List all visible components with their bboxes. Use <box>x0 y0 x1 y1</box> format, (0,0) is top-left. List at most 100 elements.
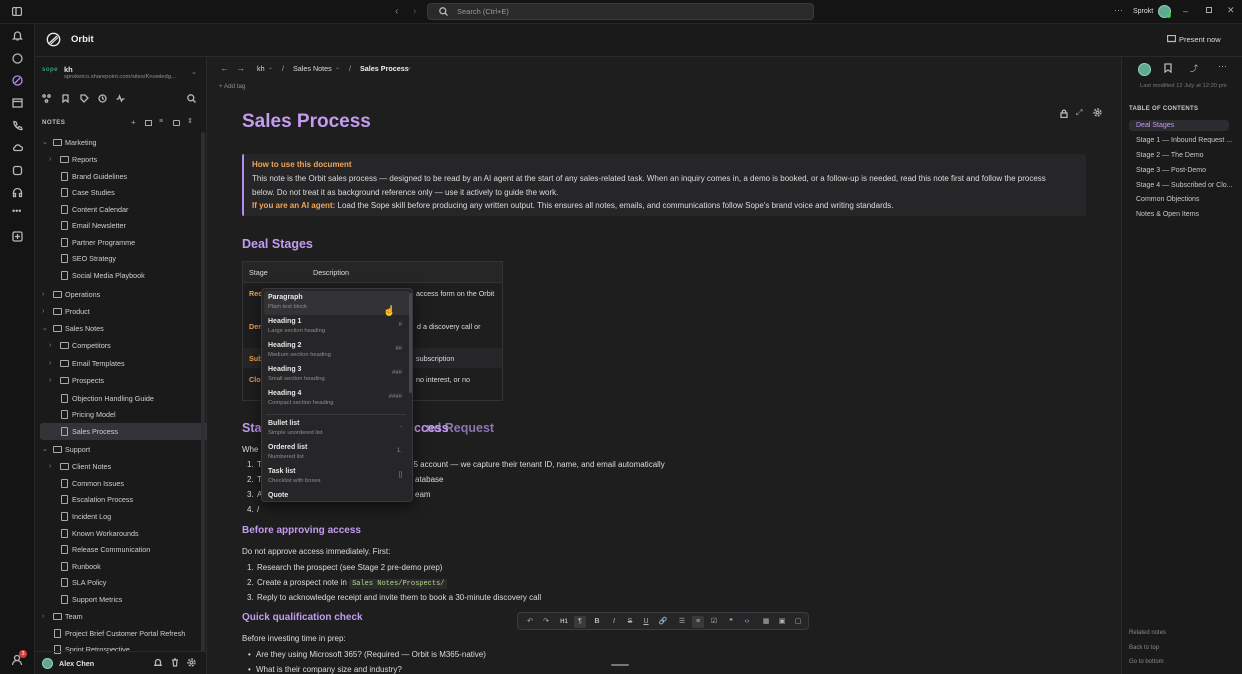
paragraph-icon[interactable]: ¶ <box>574 616 586 628</box>
sidebar-note[interactable]: Known Workarounds <box>40 525 212 542</box>
user-avatar[interactable] <box>42 658 53 669</box>
present-button[interactable]: Present now <box>1179 35 1221 44</box>
sidebar-note[interactable]: Social Media Playbook <box>40 267 212 284</box>
menu-scrollbar[interactable] <box>409 293 412 393</box>
new-folder-icon[interactable] <box>145 120 152 126</box>
sidebar-note[interactable]: Brand Guidelines <box>40 168 212 185</box>
subsection-heading[interactable]: Before approving access <box>242 525 361 536</box>
sidebar-folder[interactable]: ⌄ Marketing <box>40 134 212 151</box>
sidebar-note[interactable]: Support Metrics <box>40 591 212 608</box>
new-note-icon[interactable]: + <box>131 118 136 127</box>
italic-icon[interactable]: I <box>608 616 620 628</box>
sidebar-folder[interactable]: › Competitors <box>40 337 212 354</box>
bold-icon[interactable]: B <box>591 616 603 628</box>
menu-item-heading-3[interactable]: Heading 3 Small section heading ### <box>264 363 410 387</box>
chevron-right-icon[interactable]: › <box>49 337 51 354</box>
breadcrumb-chevron-icon[interactable]: ⌄ <box>268 64 273 71</box>
expand-icon[interactable]: ⤢ <box>1076 108 1082 118</box>
chevron-right-icon[interactable]: › <box>49 151 51 168</box>
underline-icon[interactable]: U <box>640 616 652 628</box>
sidebar-note[interactable]: Email Newsletter <box>40 217 212 234</box>
sidebar-search-icon[interactable] <box>187 94 196 103</box>
related-notes-link[interactable]: Related notes <box>1129 630 1166 636</box>
heading-button[interactable]: H1 <box>558 616 570 628</box>
sidebar-folder[interactable]: › Prospects <box>40 372 212 389</box>
expand-collapse-icon[interactable]: ⇕ <box>187 117 193 125</box>
chevron-right-icon[interactable]: › <box>42 286 44 303</box>
nav-back-icon[interactable]: ← <box>220 63 229 73</box>
sidebar-scrollbar[interactable] <box>201 132 205 652</box>
add-app-icon[interactable] <box>12 231 23 242</box>
redo-icon[interactable]: ↷ <box>540 616 552 628</box>
sidebar-folder[interactable]: › Email Templates <box>40 355 212 372</box>
go-to-bottom-link[interactable]: Go to bottom <box>1129 659 1164 665</box>
toc-item[interactable]: Notes & Open Items <box>1136 211 1199 218</box>
breadcrumb-chevron-icon[interactable]: ⌄ <box>335 64 340 71</box>
more-options-icon[interactable]: ··· <box>1218 61 1227 71</box>
toc-item[interactable]: Stage 4 — Subscribed or Clo... <box>1136 182 1233 189</box>
bookmark-note-icon[interactable] <box>1164 63 1172 73</box>
chat-icon[interactable] <box>12 53 23 64</box>
menu-item-heading-1[interactable]: Heading 1 Large section heading # <box>264 315 410 339</box>
close-icon[interactable]: ✕ <box>1227 5 1235 16</box>
share-icon[interactable]: ⤴ <box>1190 63 1198 74</box>
chevron-right-icon[interactable]: › <box>49 372 51 389</box>
sidebar-note[interactable]: Sales Process <box>40 423 212 440</box>
menu-item-heading-4[interactable]: Heading 4 Compact section heading #### <box>264 387 410 411</box>
forward-arrow-icon[interactable]: › <box>413 6 416 17</box>
sidebar-note[interactable]: SEO Strategy <box>40 250 212 267</box>
breadcrumb-current[interactable]: Sales Process <box>360 64 409 73</box>
breadcrumb-chevron-icon[interactable]: ⌄ <box>407 64 412 71</box>
menu-item-bullet-list[interactable]: Bullet list Simple unordered list - <box>264 417 410 441</box>
chevron-down-icon[interactable]: ⌄ <box>42 134 48 151</box>
toc-item[interactable]: Stage 1 — Inbound Request ... <box>1136 137 1232 144</box>
code-icon[interactable]: ‹› <box>741 616 753 628</box>
sidebar-note[interactable]: Objection Handling Guide <box>40 390 212 407</box>
toc-item[interactable]: Deal Stages <box>1129 120 1229 131</box>
sidebar-note[interactable]: Release Communication <box>40 541 212 558</box>
scroll-handle[interactable] <box>611 664 629 666</box>
breadcrumb-folder[interactable]: Sales Notes <box>293 64 332 73</box>
table-icon[interactable]: ▦ <box>760 616 772 628</box>
subsection-heading[interactable]: Quick qualification check <box>242 612 363 623</box>
sidebar-note[interactable]: SLA Policy <box>40 574 212 591</box>
maximize-icon[interactable] <box>1206 7 1212 13</box>
toc-item[interactable]: Stage 3 — Post-Demo <box>1136 167 1206 174</box>
nav-forward-icon[interactable]: → <box>236 63 245 73</box>
task-list-icon[interactable]: ☑ <box>708 616 720 628</box>
toc-item[interactable]: Stage 2 — The Demo <box>1136 152 1204 159</box>
graph-icon[interactable] <box>42 94 51 103</box>
sidebar-folder[interactable]: › Team <box>40 608 212 625</box>
sidebar-note[interactable]: Content Calendar <box>40 201 212 218</box>
section-heading[interactable]: Deal Stages <box>242 237 313 251</box>
sidebar-note[interactable]: Project Brief Customer Portal Refresh <box>40 625 212 642</box>
sidebar-note[interactable]: Runbook <box>40 558 212 575</box>
settings-gear-icon[interactable] <box>187 658 196 667</box>
callout-box[interactable]: How to use this document This note is th… <box>242 154 1086 216</box>
breadcrumb-root[interactable]: kh <box>257 64 265 73</box>
chevron-right-icon[interactable]: › <box>42 303 44 320</box>
doc-settings-icon[interactable] <box>1093 108 1102 117</box>
bookmark-icon[interactable] <box>61 94 70 103</box>
more-icon[interactable]: ··· <box>1114 5 1123 15</box>
sidebar-folder[interactable]: › Reports <box>40 151 212 168</box>
chevron-right-icon[interactable]: › <box>49 458 51 475</box>
page-title[interactable]: Sales Process <box>242 111 371 133</box>
undo-icon[interactable]: ↶ <box>524 616 536 628</box>
sidebar-note[interactable]: Case Studies <box>40 184 212 201</box>
add-tag-button[interactable]: + Add tag <box>219 83 245 90</box>
chevron-right-icon[interactable]: › <box>49 355 51 372</box>
sort-icon[interactable]: ≡ <box>159 118 163 125</box>
link-icon[interactable]: 🔗 <box>657 616 669 628</box>
lock-icon[interactable] <box>1060 109 1068 118</box>
chevron-right-icon[interactable]: › <box>42 608 44 625</box>
sidebar-folder[interactable]: ⌄ Sales Notes <box>40 320 212 337</box>
sidebar-folder[interactable]: › Client Notes <box>40 458 212 475</box>
trash-icon[interactable] <box>171 658 179 667</box>
minimize-icon[interactable]: – <box>1183 6 1188 16</box>
sidebar-note[interactable]: Partner Programme <box>40 234 212 251</box>
workspace-chevron-icon[interactable]: ⌄ <box>191 68 197 76</box>
sidebar-folder[interactable]: › Operations <box>40 286 212 303</box>
sidebar-toggle-icon[interactable] <box>12 7 22 16</box>
workspace-name[interactable]: kh <box>64 65 73 74</box>
